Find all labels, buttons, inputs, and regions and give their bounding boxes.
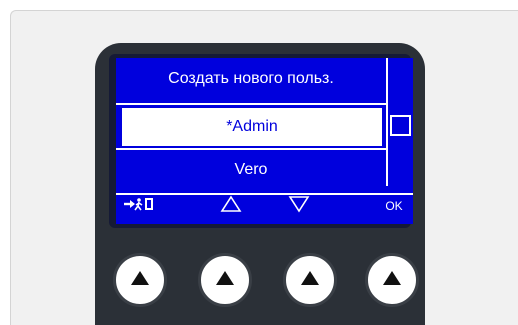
- up-softkey[interactable]: [216, 195, 246, 218]
- triangle-up-icon: [300, 270, 320, 291]
- hw-button-3[interactable]: [283, 253, 337, 307]
- menu-item-vero[interactable]: Vero: [118, 161, 384, 179]
- scrollbar-indicator: [390, 115, 411, 136]
- hw-button-1[interactable]: [113, 253, 167, 307]
- menu-item-admin[interactable]: *Admin: [122, 108, 382, 146]
- triangle-up-icon: [215, 270, 235, 291]
- exit-icon: [123, 197, 157, 216]
- hw-button-4[interactable]: [365, 253, 419, 307]
- softkey-divider: [116, 193, 413, 195]
- exit-softkey[interactable]: [120, 196, 160, 216]
- triangle-up-icon: [382, 270, 402, 291]
- triangle-up-outline-icon: [220, 195, 242, 218]
- down-softkey[interactable]: [284, 195, 314, 218]
- triangle-down-outline-icon: [288, 195, 310, 218]
- row-divider: [116, 148, 386, 150]
- screen-header: Создать нового польз.: [168, 70, 334, 87]
- header-divider: [116, 103, 386, 105]
- ok-softkey[interactable]: OK: [378, 196, 410, 216]
- triangle-up-icon: [130, 270, 150, 291]
- menu-item-label: *Admin: [226, 118, 278, 135]
- softkey-bar: OK: [116, 195, 413, 220]
- hw-button-2[interactable]: [198, 253, 252, 307]
